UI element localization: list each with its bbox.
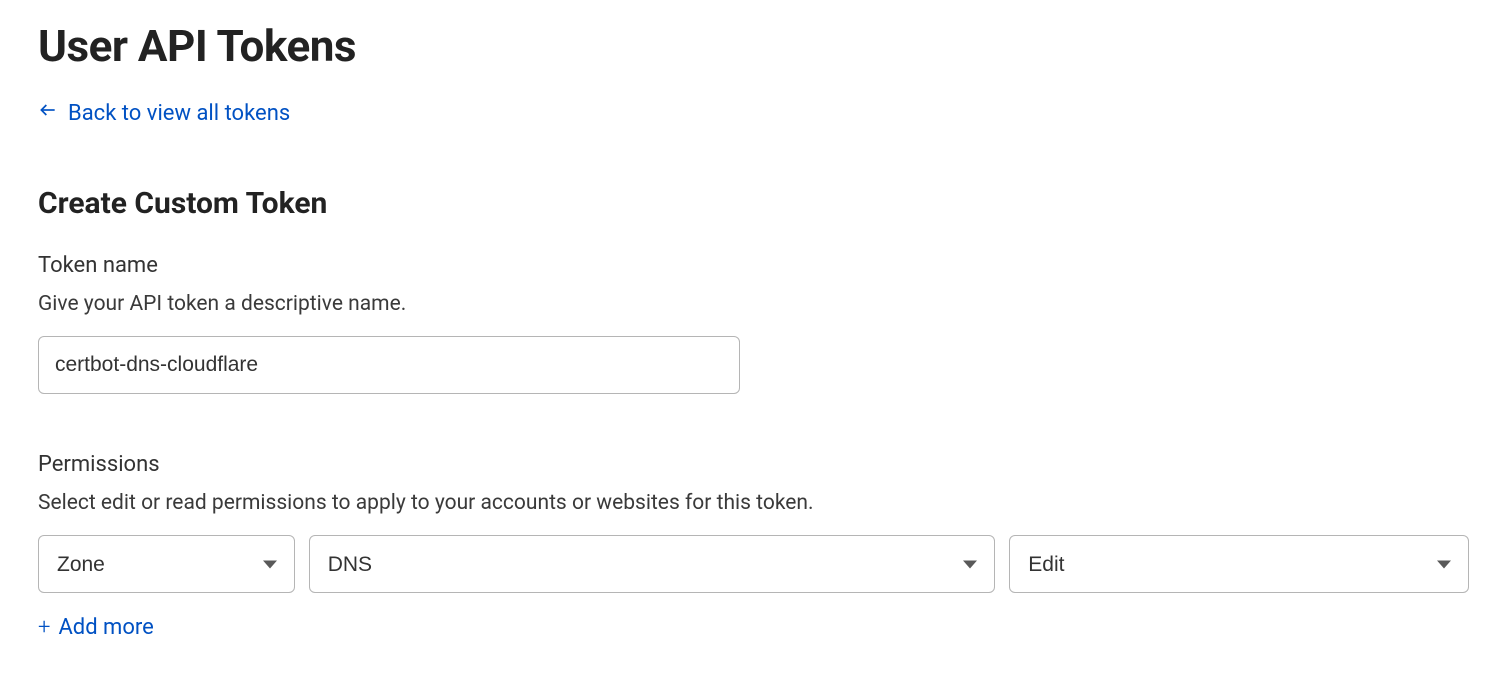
back-link-label: Back to view all tokens: [68, 101, 290, 126]
add-more-button[interactable]: + Add more: [38, 615, 154, 640]
token-name-description: Give your API token a descriptive name.: [38, 292, 1469, 316]
back-link[interactable]: Back to view all tokens: [38, 100, 290, 126]
plus-icon: +: [38, 617, 50, 639]
arrow-left-icon: [38, 100, 58, 126]
token-name-input[interactable]: [38, 336, 740, 394]
permission-resource-select[interactable]: DNS: [309, 535, 996, 593]
page-title: User API Tokens: [38, 20, 1469, 72]
permission-action-select[interactable]: Edit: [1009, 535, 1469, 593]
permission-row: Zone DNS Edit: [38, 535, 1469, 593]
permission-scope-select[interactable]: Zone: [38, 535, 295, 593]
section-title: Create Custom Token: [38, 186, 1469, 221]
permissions-label: Permissions: [38, 452, 1469, 477]
token-name-group: Token name Give your API token a descrip…: [38, 253, 1469, 394]
token-name-label: Token name: [38, 253, 1469, 278]
add-more-label: Add more: [58, 615, 153, 640]
permissions-group: Permissions Select edit or read permissi…: [38, 452, 1469, 640]
permissions-description: Select edit or read permissions to apply…: [38, 491, 1469, 515]
